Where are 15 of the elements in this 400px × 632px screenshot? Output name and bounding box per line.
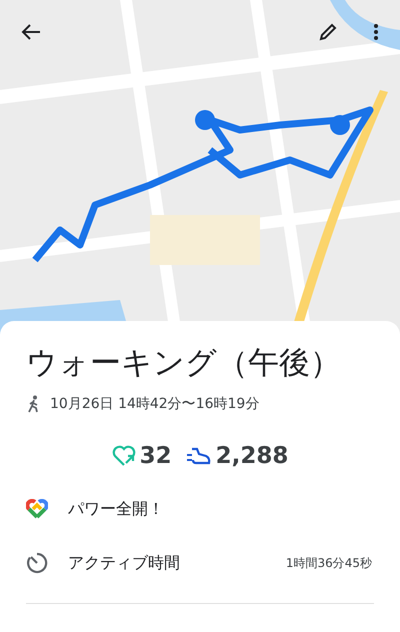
shoe-icon bbox=[186, 445, 212, 467]
heart-points-value: 32 bbox=[140, 443, 172, 469]
pencil-icon bbox=[319, 23, 337, 41]
goal-message: パワー全開！ bbox=[68, 498, 165, 520]
activity-date-time: 10月26日 14時42分〜16時19分 bbox=[50, 395, 260, 413]
timer-icon bbox=[26, 552, 48, 574]
heart-points-icon bbox=[112, 445, 136, 467]
activity-title: ウォーキング（午後） bbox=[26, 344, 342, 383]
heart-logo-icon bbox=[26, 499, 48, 519]
back-arrow-icon bbox=[21, 23, 41, 41]
more-options-icon bbox=[373, 23, 379, 41]
walking-person-icon bbox=[28, 395, 40, 413]
stat-value: 1時間36分45秒 bbox=[286, 554, 372, 572]
steps-value: 2,288 bbox=[216, 443, 288, 469]
stat-label: アクティブ時間 bbox=[68, 552, 181, 574]
